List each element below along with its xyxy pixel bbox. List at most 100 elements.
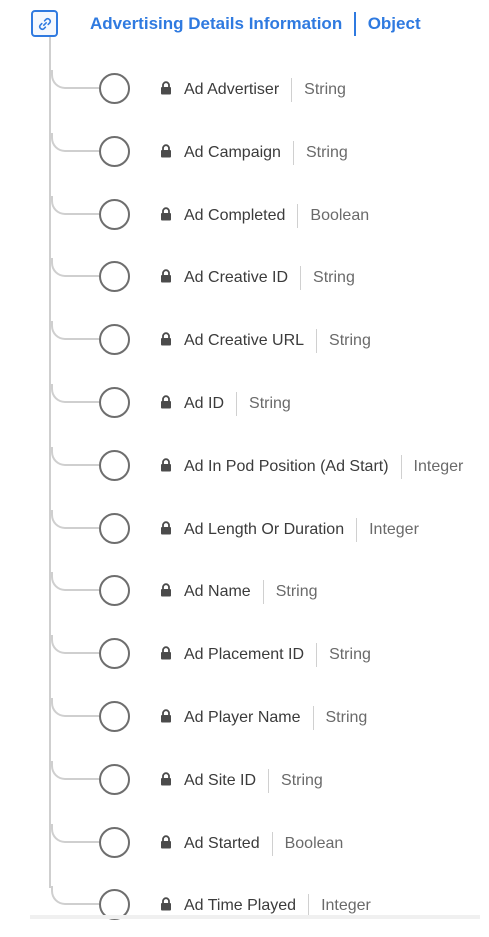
field-label-group: Ad Creative ID String	[184, 266, 355, 290]
field-row[interactable]: Ad Player Name String	[0, 698, 489, 738]
lock-icon	[161, 144, 171, 158]
field-type: String	[329, 332, 371, 349]
root-title[interactable]: Advertising Details Information	[90, 14, 342, 34]
field-label-group: Ad Advertiser String	[184, 78, 346, 102]
field-type: Boolean	[284, 835, 344, 852]
field-label-group: Ad Placement ID String	[184, 643, 371, 667]
field-type: Integer	[413, 458, 464, 475]
lock-icon	[161, 395, 171, 409]
field-type: String	[304, 81, 346, 98]
field-divider	[316, 329, 318, 353]
field-name: Ad Length Or Duration	[184, 521, 345, 538]
field-divider	[300, 266, 302, 290]
node-circle-icon[interactable]	[99, 450, 130, 481]
link-icon[interactable]	[31, 10, 58, 37]
lock-icon	[161, 583, 171, 597]
lock-icon	[161, 207, 171, 221]
field-type: String	[313, 269, 355, 286]
field-divider	[291, 78, 293, 102]
field-row[interactable]: Ad Placement ID String	[0, 635, 489, 675]
field-row[interactable]: Ad Completed Boolean	[0, 196, 489, 236]
field-divider	[236, 392, 238, 416]
field-row[interactable]: Ad Creative URL String	[0, 321, 489, 361]
lock-icon	[161, 269, 171, 283]
node-circle-icon[interactable]	[99, 575, 130, 606]
lock-icon	[161, 458, 171, 472]
node-circle-icon[interactable]	[99, 638, 130, 669]
node-circle-icon[interactable]	[99, 387, 130, 418]
node-circle-icon[interactable]	[99, 513, 130, 544]
field-label-group: Ad Player Name String	[184, 706, 367, 730]
field-name: Ad Advertiser	[184, 81, 280, 98]
lock-icon	[161, 81, 171, 95]
field-type: String	[281, 772, 323, 789]
root-header[interactable]: Advertising Details Information Object	[90, 12, 421, 36]
field-row[interactable]: Ad Name String	[0, 572, 489, 612]
field-name: Ad In Pod Position (Ad Start)	[184, 458, 389, 475]
field-type: Integer	[321, 897, 371, 914]
field-row[interactable]: Ad Site ID String	[0, 761, 489, 801]
field-name: Ad ID	[184, 395, 225, 412]
field-type: String	[325, 709, 368, 726]
field-divider	[268, 769, 270, 793]
field-name: Ad Creative URL	[184, 332, 305, 349]
lock-icon	[161, 332, 171, 346]
field-row[interactable]: Ad ID String	[0, 384, 489, 424]
lock-icon	[161, 772, 171, 786]
tree-branch-line	[51, 447, 99, 466]
field-label-group: Ad Length Or Duration Integer	[184, 518, 419, 542]
field-label-group: Ad Started Boolean	[184, 832, 343, 856]
lock-icon	[161, 646, 171, 660]
field-row[interactable]: Ad Started Boolean	[0, 824, 489, 864]
field-row[interactable]: Ad Advertiser String	[0, 70, 489, 110]
tree-branch-line	[51, 384, 99, 403]
field-label-group: Ad Site ID String	[184, 769, 323, 793]
node-circle-icon[interactable]	[99, 136, 130, 167]
field-row[interactable]: Ad Length Or Duration Integer	[0, 510, 489, 550]
root-type: Object	[367, 14, 421, 33]
lock-icon	[161, 709, 171, 723]
lock-icon	[161, 835, 171, 849]
node-circle-icon[interactable]	[99, 324, 130, 355]
lock-icon	[161, 897, 171, 911]
root-divider	[354, 12, 356, 36]
node-circle-icon[interactable]	[99, 764, 130, 795]
field-row[interactable]: Ad Creative ID String	[0, 258, 489, 298]
field-type: String	[249, 395, 291, 412]
lock-icon	[161, 521, 171, 535]
field-label-group: Ad In Pod Position (Ad Start) Integer	[184, 455, 463, 479]
field-divider	[292, 141, 294, 165]
tree-branch-line	[51, 321, 99, 340]
field-divider	[262, 580, 264, 604]
node-circle-icon[interactable]	[99, 827, 130, 858]
field-divider	[316, 643, 318, 667]
tree-branch-line	[51, 824, 99, 843]
tree-branch-line	[51, 196, 99, 215]
tree-branch-line	[51, 635, 99, 654]
field-row[interactable]: Ad Time Played Integer	[0, 886, 489, 926]
tree-branch-line	[51, 886, 99, 905]
field-divider	[400, 455, 402, 479]
tree-branch-line	[51, 510, 99, 529]
field-type: String	[329, 646, 371, 663]
field-name: Ad Campaign	[184, 144, 281, 161]
tree-branch-line	[51, 258, 99, 277]
field-name: Ad Time Played	[184, 897, 297, 914]
field-name: Ad Player Name	[184, 709, 301, 726]
field-name: Ad Placement ID	[184, 646, 305, 663]
field-type: Integer	[369, 521, 419, 538]
node-circle-icon[interactable]	[99, 73, 130, 104]
field-type: Boolean	[310, 207, 370, 224]
field-row[interactable]: Ad Campaign String	[0, 133, 489, 173]
field-row[interactable]: Ad In Pod Position (Ad Start) Integer	[0, 447, 489, 487]
tree-branch-line	[51, 572, 99, 591]
tree-branch-line	[51, 698, 99, 717]
node-circle-icon[interactable]	[99, 701, 130, 732]
field-name: Ad Completed	[184, 207, 286, 224]
field-divider	[271, 832, 273, 856]
field-name: Ad Site ID	[184, 772, 257, 789]
field-label-group: Ad ID String	[184, 392, 291, 416]
node-circle-icon[interactable]	[99, 199, 130, 230]
field-divider	[312, 706, 314, 730]
node-circle-icon[interactable]	[99, 261, 130, 292]
